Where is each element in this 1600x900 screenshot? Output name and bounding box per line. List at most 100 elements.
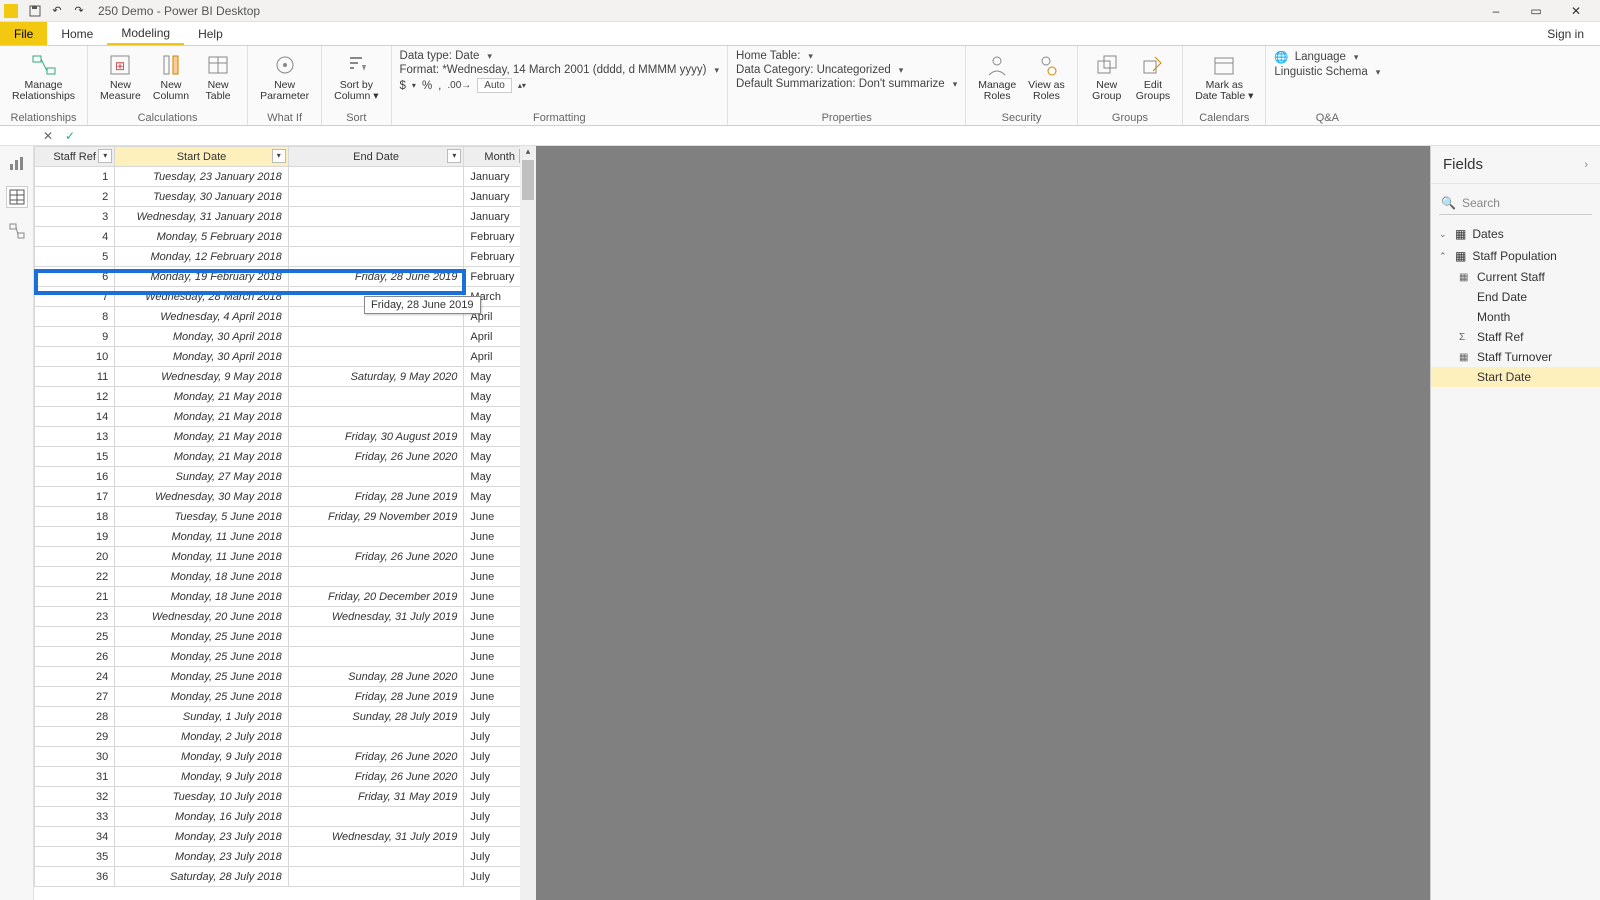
cell-staff-ref[interactable]: 1 bbox=[35, 167, 115, 187]
cell-end-date[interactable] bbox=[288, 207, 464, 227]
field-item[interactable]: Start Date bbox=[1431, 367, 1600, 387]
manage-roles-button[interactable]: Manage Roles bbox=[974, 50, 1020, 104]
sign-in-link[interactable]: Sign in bbox=[1531, 22, 1600, 45]
table-row[interactable]: 3Wednesday, 31 January 2018January bbox=[35, 207, 536, 227]
table-row[interactable]: 27Monday, 25 June 2018Friday, 28 June 20… bbox=[35, 687, 536, 707]
cell-start-date[interactable]: Sunday, 1 July 2018 bbox=[115, 707, 289, 727]
table-row[interactable]: 13Monday, 21 May 2018Friday, 30 August 2… bbox=[35, 427, 536, 447]
cell-end-date[interactable]: Sunday, 28 June 2020 bbox=[288, 667, 464, 687]
cell-start-date[interactable]: Wednesday, 28 March 2018 bbox=[115, 287, 289, 307]
table-row[interactable]: 21Monday, 18 June 2018Friday, 20 Decembe… bbox=[35, 587, 536, 607]
cell-start-date[interactable]: Wednesday, 31 January 2018 bbox=[115, 207, 289, 227]
vertical-scrollbar[interactable]: ▴ bbox=[520, 146, 536, 900]
col-end-date[interactable]: End Date▾ bbox=[288, 147, 464, 167]
cell-end-date[interactable]: Friday, 20 December 2019 bbox=[288, 587, 464, 607]
cell-staff-ref[interactable]: 8 bbox=[35, 307, 115, 327]
table-row[interactable]: 1Tuesday, 23 January 2018January bbox=[35, 167, 536, 187]
cell-end-date[interactable] bbox=[288, 867, 464, 887]
cell-end-date[interactable] bbox=[288, 467, 464, 487]
cell-staff-ref[interactable]: 14 bbox=[35, 407, 115, 427]
cell-end-date[interactable] bbox=[288, 407, 464, 427]
field-item[interactable]: ΣStaff Ref bbox=[1431, 327, 1600, 347]
table-row[interactable]: 2Tuesday, 30 January 2018January bbox=[35, 187, 536, 207]
cell-start-date[interactable]: Monday, 18 June 2018 bbox=[115, 567, 289, 587]
cell-start-date[interactable]: Monday, 21 May 2018 bbox=[115, 387, 289, 407]
cell-end-date[interactable] bbox=[288, 807, 464, 827]
mark-as-date-table-button[interactable]: Mark as Date Table ▾ bbox=[1191, 50, 1257, 104]
cell-staff-ref[interactable]: 26 bbox=[35, 647, 115, 667]
cell-staff-ref[interactable]: 24 bbox=[35, 667, 115, 687]
table-row[interactable]: 10Monday, 30 April 2018April bbox=[35, 347, 536, 367]
new-group-button[interactable]: New Group bbox=[1086, 50, 1128, 104]
cell-end-date[interactable]: Friday, 29 November 2019 bbox=[288, 507, 464, 527]
table-row[interactable]: 16Sunday, 27 May 2018May bbox=[35, 467, 536, 487]
field-item[interactable]: ▦Current Staff bbox=[1431, 267, 1600, 287]
cell-end-date[interactable] bbox=[288, 567, 464, 587]
table-row[interactable]: 36Saturday, 28 July 2018July bbox=[35, 867, 536, 887]
filter-dropdown-icon[interactable]: ▾ bbox=[272, 149, 286, 163]
cell-end-date[interactable] bbox=[288, 167, 464, 187]
cell-start-date[interactable]: Monday, 23 July 2018 bbox=[115, 847, 289, 867]
table-row[interactable]: 25Monday, 25 June 2018June bbox=[35, 627, 536, 647]
comma-button[interactable]: , bbox=[438, 80, 441, 92]
table-row[interactable]: 33Monday, 16 July 2018July bbox=[35, 807, 536, 827]
cell-end-date[interactable]: Saturday, 9 May 2020 bbox=[288, 367, 464, 387]
tab-file[interactable]: File bbox=[0, 22, 47, 45]
cell-start-date[interactable]: Tuesday, 5 June 2018 bbox=[115, 507, 289, 527]
view-as-roles-button[interactable]: View as Roles bbox=[1024, 50, 1069, 104]
cell-start-date[interactable]: Saturday, 28 July 2018 bbox=[115, 867, 289, 887]
cell-start-date[interactable]: Tuesday, 10 July 2018 bbox=[115, 787, 289, 807]
col-staff-ref[interactable]: Staff Ref▾ bbox=[35, 147, 115, 167]
tab-modeling[interactable]: Modeling bbox=[107, 22, 184, 45]
table-row[interactable]: 5Monday, 12 February 2018February bbox=[35, 247, 536, 267]
table-row[interactable]: 24Monday, 25 June 2018Sunday, 28 June 20… bbox=[35, 667, 536, 687]
cell-staff-ref[interactable]: 6 bbox=[35, 267, 115, 287]
table-row[interactable]: 6Monday, 19 February 2018Friday, 28 June… bbox=[35, 267, 536, 287]
tab-home[interactable]: Home bbox=[47, 22, 107, 45]
cell-end-date[interactable] bbox=[288, 227, 464, 247]
cell-start-date[interactable]: Monday, 16 July 2018 bbox=[115, 807, 289, 827]
cell-end-date[interactable] bbox=[288, 187, 464, 207]
cell-start-date[interactable]: Monday, 30 April 2018 bbox=[115, 347, 289, 367]
cell-start-date[interactable]: Monday, 25 June 2018 bbox=[115, 647, 289, 667]
table-row[interactable]: 17Wednesday, 30 May 2018Friday, 28 June … bbox=[35, 487, 536, 507]
table-row[interactable]: 23Wednesday, 20 June 2018Wednesday, 31 J… bbox=[35, 607, 536, 627]
currency-button[interactable]: $ bbox=[400, 80, 406, 92]
cell-staff-ref[interactable]: 34 bbox=[35, 827, 115, 847]
accept-formula-icon[interactable]: ✓ bbox=[60, 127, 80, 145]
table-row[interactable]: 4Monday, 5 February 2018February bbox=[35, 227, 536, 247]
table-row[interactable]: 11Wednesday, 9 May 2018Saturday, 9 May 2… bbox=[35, 367, 536, 387]
decimals-input[interactable]: Auto bbox=[477, 78, 512, 93]
table-row[interactable]: 29Monday, 2 July 2018July bbox=[35, 727, 536, 747]
field-item[interactable]: ▦Staff Turnover bbox=[1431, 347, 1600, 367]
cell-end-date[interactable]: Friday, 30 August 2019 bbox=[288, 427, 464, 447]
cell-start-date[interactable]: Monday, 21 May 2018 bbox=[115, 447, 289, 467]
cell-staff-ref[interactable]: 5 bbox=[35, 247, 115, 267]
table-row[interactable]: 22Monday, 18 June 2018June bbox=[35, 567, 536, 587]
table-staff-population[interactable]: ⌃▦Staff Population bbox=[1431, 245, 1600, 267]
cell-end-date[interactable] bbox=[288, 347, 464, 367]
table-row[interactable]: 20Monday, 11 June 2018Friday, 26 June 20… bbox=[35, 547, 536, 567]
cell-staff-ref[interactable]: 13 bbox=[35, 427, 115, 447]
cell-staff-ref[interactable]: 4 bbox=[35, 227, 115, 247]
cell-end-date[interactable]: Friday, 26 June 2020 bbox=[288, 747, 464, 767]
cell-start-date[interactable]: Monday, 11 June 2018 bbox=[115, 527, 289, 547]
new-table-button[interactable]: New Table bbox=[197, 50, 239, 104]
cell-staff-ref[interactable]: 23 bbox=[35, 607, 115, 627]
cell-start-date[interactable]: Tuesday, 23 January 2018 bbox=[115, 167, 289, 187]
datacategory-dropdown[interactable]: Data Category: Uncategorized▾ bbox=[736, 64, 903, 76]
report-view-icon[interactable] bbox=[6, 152, 28, 174]
cell-staff-ref[interactable]: 20 bbox=[35, 547, 115, 567]
cell-staff-ref[interactable]: 31 bbox=[35, 767, 115, 787]
cell-end-date[interactable] bbox=[288, 847, 464, 867]
cell-staff-ref[interactable]: 28 bbox=[35, 707, 115, 727]
cell-staff-ref[interactable]: 29 bbox=[35, 727, 115, 747]
table-row[interactable]: 28Sunday, 1 July 2018Sunday, 28 July 201… bbox=[35, 707, 536, 727]
cancel-formula-icon[interactable]: ✕ bbox=[38, 127, 58, 145]
cell-staff-ref[interactable]: 22 bbox=[35, 567, 115, 587]
linguistic-schema-dropdown[interactable]: Linguistic Schema▾ bbox=[1274, 66, 1380, 78]
cell-staff-ref[interactable]: 32 bbox=[35, 787, 115, 807]
save-icon[interactable] bbox=[27, 3, 43, 19]
table-row[interactable]: 15Monday, 21 May 2018Friday, 26 June 202… bbox=[35, 447, 536, 467]
percent-button[interactable]: % bbox=[422, 80, 432, 92]
